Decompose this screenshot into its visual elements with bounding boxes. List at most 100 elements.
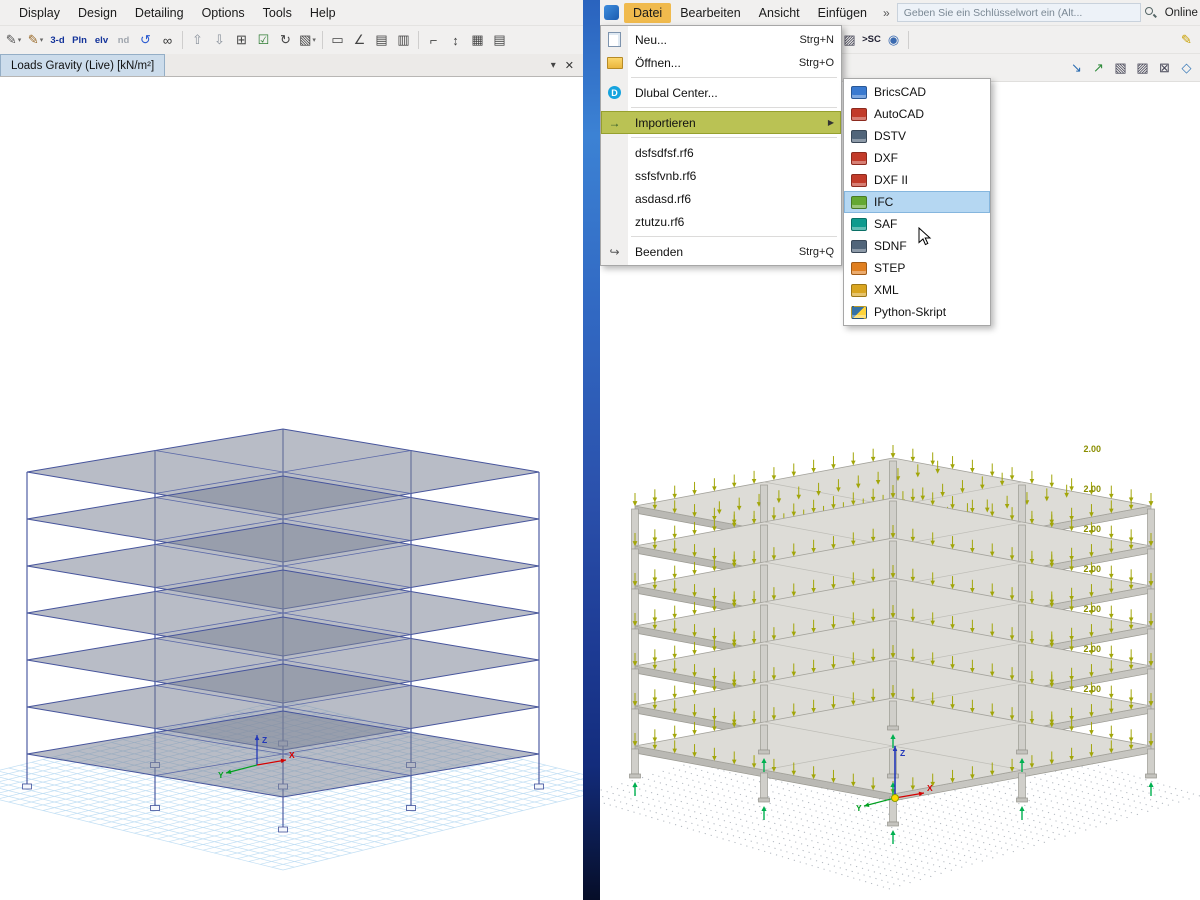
view-3d-button[interactable]: 3-d [47, 30, 68, 51]
toolbar-separator [418, 31, 419, 49]
menu-help[interactable]: Help [301, 3, 345, 23]
keyword-search-input[interactable] [896, 3, 1141, 22]
load-label: 2.00 [1083, 524, 1101, 534]
menu-item-ffnen[interactable]: Öffnen... Strg+O [601, 51, 841, 74]
menu-separator [631, 77, 837, 78]
menu-einf-gen[interactable]: Einfügen [809, 3, 876, 23]
menu-design[interactable]: Design [69, 3, 126, 23]
rotate-view-icon[interactable]: ↻ [275, 30, 296, 51]
move-down-icon[interactable]: ⇩ [209, 30, 230, 51]
menu-separator [631, 236, 837, 237]
submenu-item-autocad[interactable]: AutoCAD [844, 103, 990, 125]
menu-item-dlubal-center[interactable]: D Dlubal Center... [601, 81, 841, 104]
menu-item-dsfsdfsf-rf6[interactable]: dsfsdfsf.rf6 [601, 141, 841, 164]
elevation-view-button[interactable]: elv [91, 30, 112, 51]
visibility-icon[interactable]: ▧ [1110, 57, 1131, 78]
menu-item-importieren[interactable]: → Importieren ▶ [601, 111, 841, 134]
submenu-item-label: DXF [874, 151, 898, 165]
submenu-item-bricscad[interactable]: BricsCAD [844, 81, 990, 103]
results-icon[interactable]: ▨ [839, 29, 860, 50]
tab-close-icon[interactable]: ✕ [562, 59, 583, 72]
submenu-item-label: STEP [874, 261, 906, 275]
menu-item-label: Beenden [635, 244, 684, 259]
view-glasses-icon[interactable]: ∞ [157, 30, 178, 51]
window-select-icon[interactable]: ⊞ [231, 30, 252, 51]
submenu-item-dxf[interactable]: DXF [844, 147, 990, 169]
menu-options[interactable]: Options [193, 3, 254, 23]
format-brush-icon[interactable]: ✎ ▾ [25, 30, 46, 51]
script-badge[interactable]: >SC [861, 29, 882, 50]
autocad-icon [851, 107, 867, 121]
menu-item-label: asdasd.rf6 [635, 191, 692, 206]
format-pen-icon[interactable]: ✎ ▾ [3, 30, 24, 51]
file-menu: Neu... Strg+N Öffnen... Strg+O D Dlubal Cente… [600, 25, 842, 266]
submenu-item-sdnf[interactable]: SDNF [844, 235, 990, 257]
rectangle-tool-icon[interactable]: ▭ [327, 30, 348, 51]
isometric-view-icon[interactable]: ▧ ▾ [297, 30, 318, 51]
nd-view-button[interactable]: nd [113, 30, 134, 51]
loads-tab[interactable]: Loads Gravity (Live) [kN/m²] [0, 54, 166, 76]
submenu-item-step[interactable]: STEP [844, 257, 990, 279]
axis-label: X [289, 750, 295, 760]
table-view-icon[interactable]: ▤ [489, 30, 510, 51]
submenu-item-dxf-ii[interactable]: DXF II [844, 169, 990, 191]
menu-item-shortcut: Strg+N [799, 33, 834, 46]
dropdown-caret-icon: ▾ [312, 37, 316, 44]
submenu-item-saf[interactable]: SAF [844, 213, 990, 235]
select-arrow-green-icon[interactable]: ↗ [1088, 57, 1109, 78]
dlubal-center-icon: D [608, 86, 621, 99]
mouse-cursor [918, 227, 932, 246]
search-icon[interactable] [1143, 5, 1158, 20]
menu-item-beenden[interactable]: ↪ Beenden Strg+Q [601, 240, 841, 263]
left-tab-strip: Loads Gravity (Live) [kN/m²] ▾ ✕ [0, 54, 583, 77]
menu-item-ssfsfvnb-rf6[interactable]: ssfsfvnb.rf6 [601, 164, 841, 187]
menu-datei[interactable]: Datei [624, 2, 672, 23]
load-label: 2.00 [1083, 604, 1101, 614]
axis-label: Y [218, 770, 224, 780]
menu-item-label: ssfsfvnb.rf6 [635, 168, 697, 183]
menu-item-asdasd-rf6[interactable]: asdasd.rf6 [601, 187, 841, 210]
clip-box-icon[interactable]: ⊠ [1154, 57, 1175, 78]
section-cut-icon[interactable]: ▨ [1132, 57, 1153, 78]
saf-icon [851, 217, 867, 231]
menu-overflow-icon[interactable]: » [878, 6, 895, 20]
sdnf-icon [851, 239, 867, 253]
axis-label: Y [856, 803, 862, 813]
move-up-icon[interactable]: ⇧ [187, 30, 208, 51]
edit-pencil-icon[interactable]: ✎ [1176, 29, 1197, 50]
menu-bearbeiten[interactable]: Bearbeiten [671, 3, 749, 23]
axis-label: Z [900, 748, 905, 758]
hatch-alt-tool-icon[interactable]: ▥ [393, 30, 414, 51]
undo-icon[interactable]: ↺ [135, 30, 156, 51]
left-menu-bar: Display Design Detailing Options Tools Help [0, 0, 583, 25]
select-arrow-blue-icon[interactable]: ↘ [1066, 57, 1087, 78]
menu-detailing[interactable]: Detailing [126, 3, 193, 23]
axis-label: X [927, 783, 933, 793]
render-sphere-icon[interactable]: ◉ [883, 29, 904, 50]
toolbar-separator [322, 31, 323, 49]
menu-item-label: Dlubal Center... [635, 85, 718, 100]
menu-tools[interactable]: Tools [254, 3, 301, 23]
section-table-icon[interactable]: ▦ [467, 30, 488, 51]
workplane-icon[interactable]: ◇ [1176, 57, 1197, 78]
checkbox-icon[interactable]: ☑ [253, 30, 274, 51]
menu-item-ztutzu-rf6[interactable]: ztutzu.rf6 [601, 210, 841, 233]
menu-item-neu[interactable]: Neu... Strg+N [601, 28, 841, 51]
left-viewport[interactable]: Z X Y [0, 77, 583, 900]
submenu-item-python-skript[interactable]: Python-Skript [844, 301, 990, 323]
menu-ansicht[interactable]: Ansicht [750, 3, 809, 23]
vertical-dim-icon[interactable]: ↕ [445, 30, 466, 51]
angle-tool-icon[interactable]: ∠ [349, 30, 370, 51]
submenu-item-ifc[interactable]: IFC [844, 191, 990, 213]
exit-icon: ↪ [601, 245, 628, 259]
menu-item-shortcut: Strg+O [798, 56, 834, 69]
menu-display[interactable]: Display [10, 3, 69, 23]
hatch-tool-icon[interactable]: ▤ [371, 30, 392, 51]
plan-view-button[interactable]: Pln [69, 30, 90, 51]
corner-tool-icon[interactable]: ⌐ [423, 30, 444, 51]
load-label: 2.00 [1083, 684, 1101, 694]
submenu-item-label: BricsCAD [874, 85, 927, 99]
tab-dropdown-icon[interactable]: ▾ [545, 60, 562, 71]
submenu-item-dstv[interactable]: DSTV [844, 125, 990, 147]
submenu-item-xml[interactable]: XML [844, 279, 990, 301]
